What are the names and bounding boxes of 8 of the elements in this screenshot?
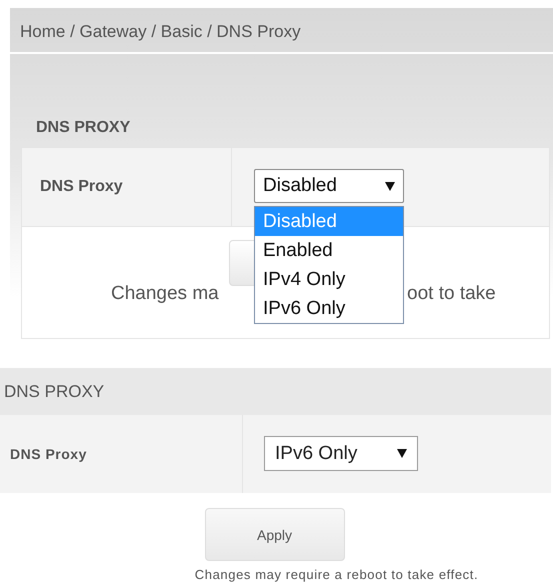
breadcrumb: Home / Gateway / Basic / DNS Proxy [10, 22, 553, 54]
note-text: oot to take [407, 283, 496, 305]
note-text: Changes may require a reboot to take effect. [194, 567, 478, 582]
section-title: DNS PROXY [36, 119, 132, 137]
field-label: DNS Proxy [10, 446, 87, 462]
field-label: DNS Proxy [40, 178, 123, 196]
note-text: Changes ma [111, 283, 219, 305]
section-header: DNS PROXY [0, 368, 551, 415]
